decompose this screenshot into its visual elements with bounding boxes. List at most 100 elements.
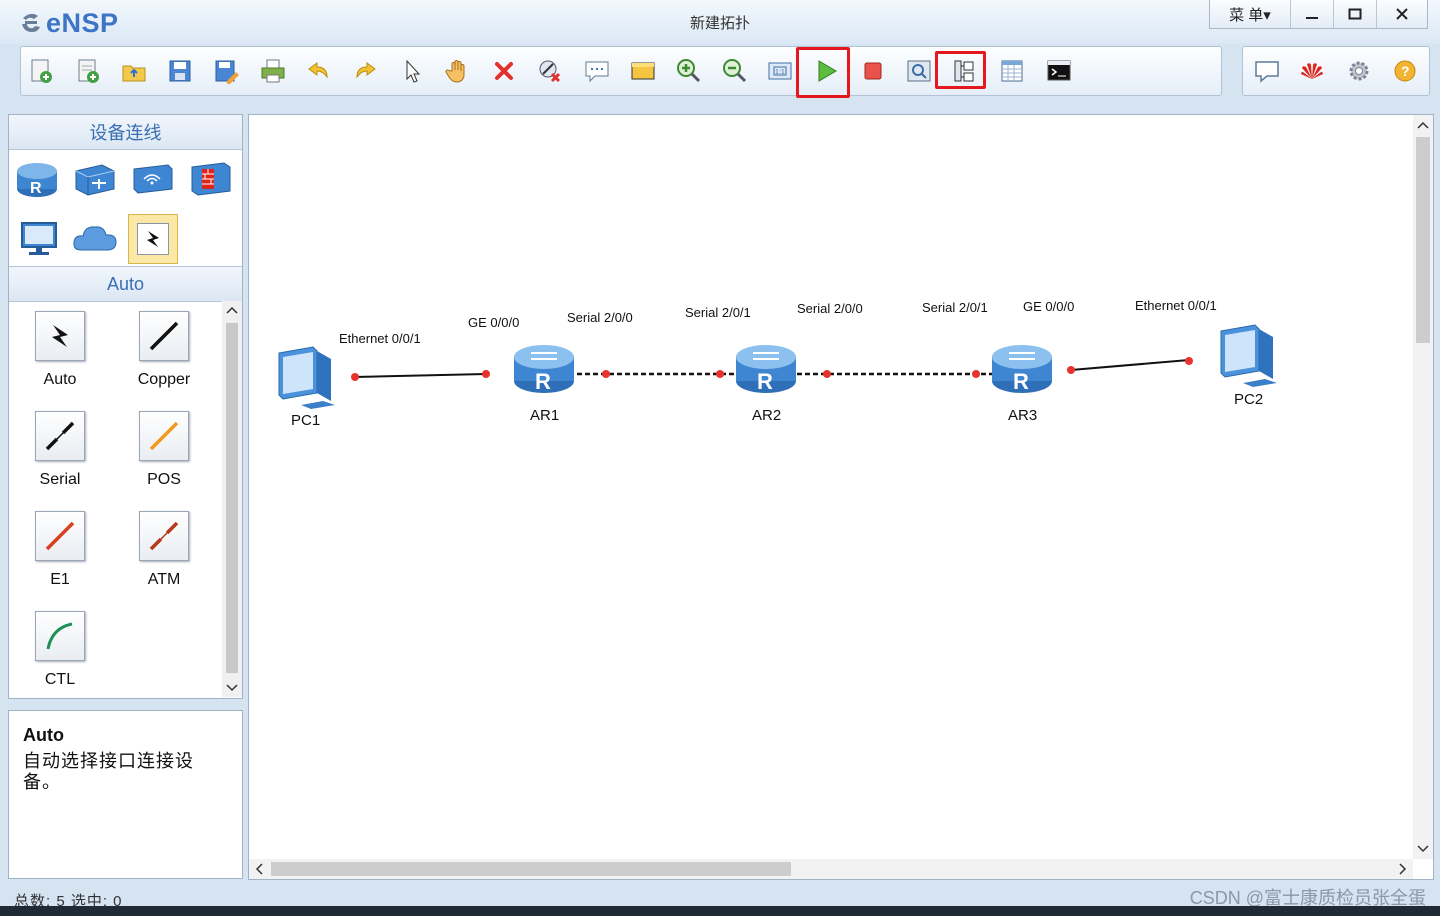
canvas-horizontal-scrollbar[interactable] (249, 859, 1413, 879)
connection-label: Copper (137, 371, 191, 388)
zoom-in-button[interactable] (671, 47, 707, 95)
description-text: 自动选择接口连接设备。 (23, 751, 194, 792)
drag-button[interactable] (440, 47, 476, 95)
connection-atm[interactable]: ATM (124, 511, 204, 589)
cli-button[interactable] (1041, 47, 1077, 95)
port-label: GE 0/0/0 (468, 315, 520, 330)
port-label: Serial 2/0/1 (922, 300, 988, 315)
connection-e1[interactable]: E1 (20, 511, 100, 589)
palette-button[interactable] (625, 47, 661, 95)
connection-list-scrollbar[interactable] (222, 301, 242, 697)
save-as-button[interactable] (208, 47, 244, 95)
pc-icon (21, 222, 57, 255)
text-note-button[interactable] (579, 47, 615, 95)
port-label: Ethernet 0/0/1 (1135, 298, 1217, 313)
category-connection[interactable] (128, 214, 178, 264)
node-ar2[interactable]: R (733, 339, 799, 404)
node-pc1[interactable] (273, 343, 339, 414)
port-label: Serial 2/0/0 (567, 310, 633, 325)
port-dot (602, 370, 610, 378)
new-topology-button[interactable] (23, 47, 59, 95)
connection-serial[interactable]: Serial (20, 411, 100, 489)
router-icon: R (514, 345, 574, 394)
serial-cable-icon (45, 421, 75, 451)
open-button[interactable] (116, 47, 152, 95)
switch-icon (75, 164, 115, 196)
node-ar1[interactable]: R (511, 339, 577, 404)
port-dot (972, 370, 980, 378)
port-dot (482, 370, 490, 378)
note-icon (585, 61, 609, 83)
connection-pos[interactable]: POS (124, 411, 204, 489)
category-router[interactable]: R (12, 154, 62, 204)
category-cloud[interactable] (70, 214, 120, 264)
scroll-thumb[interactable] (271, 862, 791, 876)
router-icon: R (736, 345, 796, 394)
redo-button[interactable] (347, 47, 383, 95)
minimize-icon (1306, 17, 1318, 19)
settings-button[interactable] (1341, 47, 1377, 95)
minimize-button[interactable] (1290, 0, 1333, 28)
port-dot (1067, 366, 1075, 374)
category-wireless[interactable] (127, 154, 177, 204)
connection-ctl[interactable]: CTL (20, 611, 100, 689)
cloud-icon (73, 226, 117, 251)
select-button[interactable] (394, 47, 430, 95)
canvas-vertical-scrollbar[interactable] (1413, 115, 1433, 859)
undo-button[interactable] (301, 47, 337, 95)
open-folder-icon (122, 65, 146, 82)
connection-auto[interactable]: Auto (20, 311, 100, 389)
capture-button[interactable] (901, 47, 937, 95)
delete-button[interactable] (486, 47, 522, 95)
print-button[interactable] (255, 47, 291, 95)
atm-cable-icon (149, 521, 179, 551)
category-switch[interactable] (69, 154, 119, 204)
link-pc1-ar1[interactable] (354, 373, 487, 378)
new-example-button[interactable] (70, 47, 106, 95)
connection-pos-tile (139, 411, 189, 461)
connection-copper[interactable]: Copper (124, 311, 204, 389)
connection-label: CTL (44, 671, 76, 688)
device-category-grid: R (9, 150, 242, 266)
connection-atm-tile (139, 511, 189, 561)
category-firewall[interactable] (185, 154, 235, 204)
forum-button[interactable] (1249, 47, 1285, 95)
zoom-out-button[interactable] (717, 47, 753, 95)
title-bar: eNSP 新建拓扑 菜 单▾ (0, 0, 1440, 44)
category-terminal[interactable] (14, 214, 64, 264)
save-button[interactable] (162, 47, 198, 95)
node-ar3[interactable]: R (989, 339, 1055, 404)
connection-label: POS (147, 471, 181, 488)
menu-button[interactable]: 菜 单▾ (1210, 0, 1290, 28)
scroll-thumb[interactable] (226, 323, 238, 673)
scroll-thumb[interactable] (1416, 137, 1430, 343)
pc-icon (278, 346, 335, 409)
fit-view-button[interactable]: 1:1 (762, 47, 798, 95)
svg-text:?: ? (1401, 63, 1410, 79)
start-highlight-box (796, 47, 850, 98)
grid-button[interactable] (994, 47, 1030, 95)
close-button[interactable] (1376, 0, 1427, 28)
delete-links-button[interactable] (532, 47, 568, 95)
zoom-in-icon (677, 59, 701, 83)
delete-icon (495, 62, 513, 80)
status-bar: 总数: 5 选中: 0 CSDN @富士康质检员张全蛋 (0, 884, 1440, 910)
connection-category-label: Auto (9, 266, 242, 302)
scroll-down-icon (226, 684, 238, 692)
node-label: AR3 (1008, 407, 1038, 424)
zoom-out-icon (723, 59, 747, 83)
node-pc2[interactable] (1215, 321, 1281, 392)
topology-highlight-box (935, 51, 986, 89)
wireless-icon (133, 164, 173, 194)
help-button[interactable]: ? (1387, 47, 1423, 95)
print-icon (261, 59, 285, 83)
chat-icon (1255, 61, 1279, 83)
connection-label: ATM (147, 571, 181, 588)
huawei-button[interactable] (1294, 47, 1330, 95)
maximize-button[interactable] (1333, 0, 1376, 28)
os-taskbar (0, 906, 1440, 916)
save-icon (169, 60, 191, 82)
stop-device-button[interactable] (855, 47, 891, 95)
link-ar3-pc2[interactable] (1070, 359, 1190, 371)
topology-canvas[interactable]: PC1 R AR1 R AR2 R AR3 PC2 Ethernet 0/0/1… (248, 114, 1434, 880)
